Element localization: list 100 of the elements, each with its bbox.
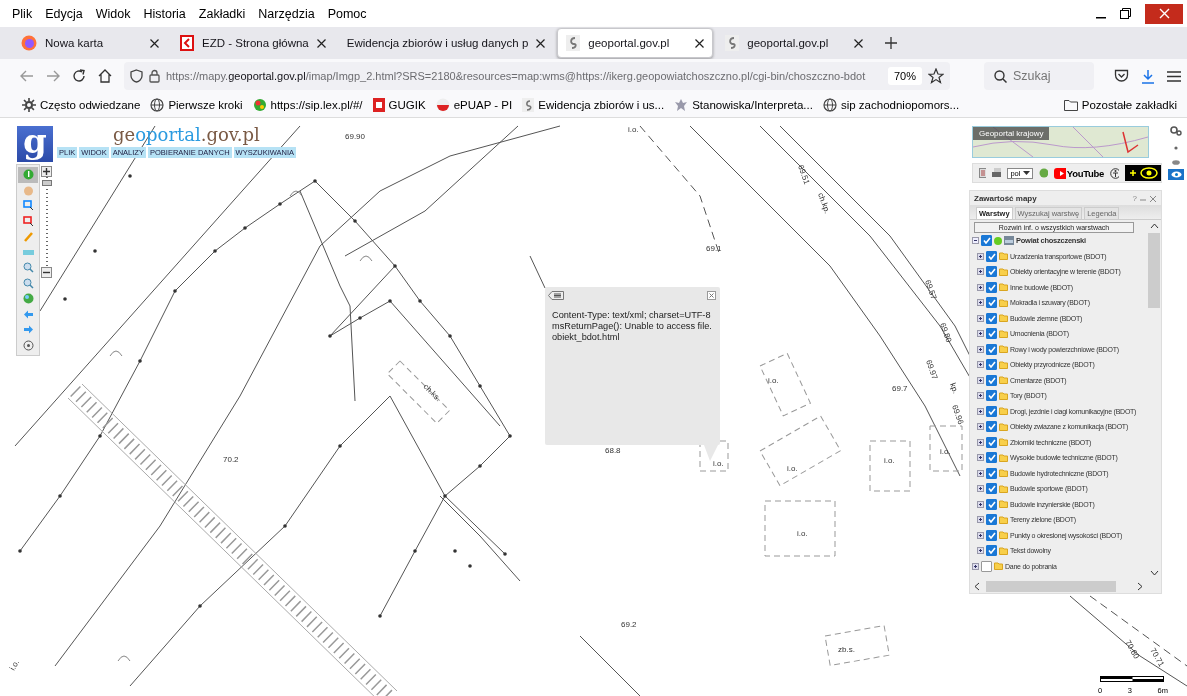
plus-icon[interactable]	[977, 283, 984, 291]
accessibility-icon[interactable]	[1110, 167, 1119, 179]
close-tab-icon[interactable]	[854, 38, 864, 48]
layer-checkbox[interactable]	[986, 297, 997, 309]
layer-checkbox[interactable]	[986, 312, 997, 324]
plus-icon[interactable]	[977, 361, 984, 369]
plus-icon[interactable]	[977, 392, 984, 400]
bookmark-link[interactable]: Pierwsze kroki	[168, 99, 243, 111]
play-icon[interactable]	[1053, 167, 1066, 179]
zoom-level-button[interactable]: 70%	[887, 67, 922, 85]
layer-checkbox[interactable]	[986, 452, 997, 464]
layer-checkbox[interactable]	[981, 560, 992, 572]
menu-item[interactable]: Narzędzia	[258, 6, 315, 21]
scroll-thumb[interactable]	[1148, 233, 1160, 308]
menu-icon[interactable]	[548, 291, 564, 300]
bookmark-link[interactable]: sip zachodniopomors...	[840, 99, 960, 111]
new-tab-icon[interactable]	[885, 37, 898, 49]
zoom-slider[interactable]	[41, 166, 52, 278]
close-window-button[interactable]	[1145, 3, 1183, 24]
plus-icon[interactable]	[977, 299, 984, 307]
menu-item[interactable]: Edycja	[45, 6, 83, 21]
plus-icon[interactable]	[977, 469, 984, 477]
home-icon[interactable]	[98, 69, 112, 83]
layer-checkbox[interactable]	[986, 483, 997, 495]
plus-icon[interactable]	[977, 252, 984, 260]
layer-checkbox[interactable]	[986, 250, 997, 262]
search-field[interactable]: Szukaj	[984, 62, 1094, 90]
layer-checkbox[interactable]	[981, 235, 992, 247]
menu-icon[interactable]	[1167, 70, 1181, 82]
plus-icon[interactable]	[977, 438, 984, 446]
bookmark-link[interactable]: https://sip.lex.pl/#/	[270, 99, 363, 111]
folder-icon[interactable]	[1063, 99, 1078, 111]
download-icon[interactable]	[1141, 68, 1155, 84]
plus-icon[interactable]	[977, 376, 984, 384]
menu-item[interactable]: Plik	[12, 6, 33, 21]
bookmark-folder[interactable]: Pozostałe zakładki	[1081, 99, 1177, 111]
layer-checkbox[interactable]	[986, 328, 997, 340]
layer-checkbox[interactable]	[986, 405, 997, 417]
layer-checkbox[interactable]	[986, 498, 997, 510]
back-icon[interactable]	[20, 70, 34, 82]
plus-icon[interactable]	[977, 485, 984, 493]
flag-icon[interactable]	[435, 98, 450, 112]
zoom-out-button[interactable]	[41, 267, 52, 278]
layer-checkbox[interactable]	[986, 545, 997, 557]
globe-icon[interactable]	[822, 98, 837, 112]
browser-tab[interactable]: geoportal.gov.pl	[557, 28, 714, 58]
menu-item[interactable]: Historia	[143, 6, 186, 21]
lock-icon[interactable]	[149, 69, 160, 83]
layer-checkbox[interactable]	[986, 514, 997, 526]
forward-icon[interactable]	[46, 70, 60, 82]
layer-checkbox[interactable]	[986, 467, 997, 479]
bookmark-link[interactable]: ePUAP - PI	[453, 99, 513, 111]
plus-icon[interactable]	[977, 330, 984, 338]
scroll-left-icon[interactable]	[974, 581, 980, 591]
plus-icon[interactable]	[977, 268, 984, 276]
layer-checkbox[interactable]	[986, 266, 997, 278]
pocket-icon[interactable]	[1114, 69, 1129, 83]
bookmark-link[interactable]: Stanowiska/Interpreta...	[692, 99, 813, 111]
star-icon[interactable]	[928, 68, 944, 84]
shield-icon[interactable]	[130, 69, 143, 83]
geoportal-logo[interactable]: g	[17, 126, 53, 162]
restore-icon[interactable]	[1120, 8, 1131, 19]
ball-icon[interactable]	[252, 98, 267, 112]
eye-button[interactable]	[1168, 169, 1184, 180]
print-icon[interactable]	[991, 168, 1002, 178]
plus-icon[interactable]	[977, 407, 984, 415]
layer-checkbox[interactable]	[986, 359, 997, 371]
settings-icon[interactable]	[1170, 126, 1182, 136]
bookmark-link[interactable]: GUGIK	[388, 99, 426, 111]
plus-icon[interactable]	[977, 516, 984, 524]
menu-item[interactable]: Pomoc	[327, 6, 367, 21]
plus-icon[interactable]	[977, 454, 984, 462]
close-icon[interactable]	[707, 291, 716, 300]
plus-icon[interactable]	[977, 345, 984, 353]
menu-item[interactable]: Widok	[95, 6, 131, 21]
overview-map[interactable]: Geoportal krajowy	[972, 126, 1149, 158]
minus-icon[interactable]	[972, 237, 979, 245]
layer-checkbox[interactable]	[986, 436, 997, 448]
gear-icon[interactable]	[22, 98, 36, 112]
globe-icon[interactable]	[150, 98, 165, 112]
close-icon[interactable]	[1149, 194, 1157, 203]
dot-icon[interactable]	[1174, 146, 1178, 150]
list-icon[interactable]	[979, 168, 986, 178]
plus-icon[interactable]	[977, 547, 984, 555]
menu-item[interactable]: Zakładki	[198, 6, 246, 21]
layer-checkbox[interactable]	[986, 281, 997, 293]
reload-icon[interactable]	[72, 69, 86, 83]
layer-checkbox[interactable]	[986, 374, 997, 386]
scroll-down-icon[interactable]	[1149, 570, 1159, 576]
emblem-icon[interactable]	[372, 98, 385, 112]
plus-icon[interactable]	[977, 423, 984, 431]
high-contrast-button[interactable]	[1125, 165, 1161, 181]
zoom-in-button[interactable]	[41, 166, 52, 177]
plus-icon[interactable]	[977, 314, 984, 322]
close-tab-icon[interactable]	[150, 38, 159, 48]
layer-checkbox[interactable]	[986, 529, 997, 541]
close-tab-icon[interactable]	[695, 38, 705, 48]
close-tab-icon[interactable]	[316, 38, 326, 48]
bookmark-link[interactable]: Często odwiedzane	[40, 99, 141, 111]
bookmark-link[interactable]: Ewidencja zbiorów i us...	[538, 99, 665, 111]
